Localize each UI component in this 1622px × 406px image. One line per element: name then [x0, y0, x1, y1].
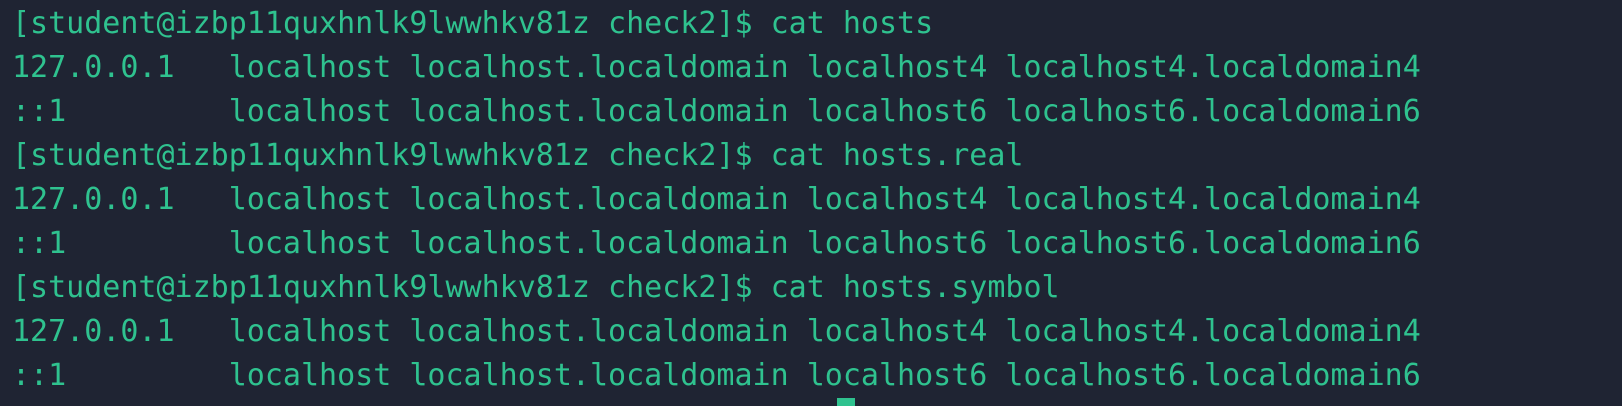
terminal-line-output: 127.0.0.1 localhost localhost.localdomai…	[12, 182, 1421, 217]
terminal-window[interactable]: [student@izbp11quxhnlk9lwwhkv81z check2]…	[0, 2, 1622, 406]
terminal-line-output: ::1 localhost localhost.localdomain loca…	[12, 358, 1421, 393]
terminal-line-output: ::1 localhost localhost.localdomain loca…	[12, 226, 1421, 261]
terminal-line-output: ::1 localhost localhost.localdomain loca…	[12, 94, 1421, 129]
terminal-line-prompt: [student@izbp11quxhnlk9lwwhkv81z check2]…	[12, 6, 934, 41]
terminal-line-prompt: [student@izbp11quxhnlk9lwwhkv81z check2]…	[12, 138, 1024, 173]
terminal-line-output: 127.0.0.1 localhost localhost.localdomai…	[12, 314, 1421, 349]
terminal-line-output: 127.0.0.1 localhost localhost.localdomai…	[12, 50, 1421, 85]
terminal-line-prompt: [student@izbp11quxhnlk9lwwhkv81z check2]…	[12, 270, 1060, 305]
terminal-cursor	[837, 398, 855, 406]
